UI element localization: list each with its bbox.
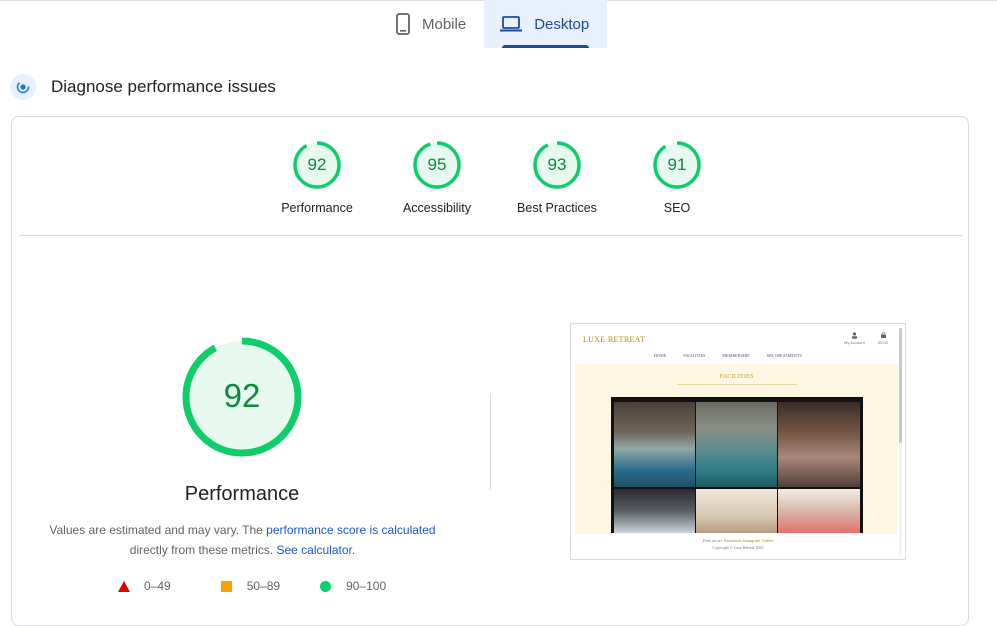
note-text: Values are estimated and may vary. The (49, 523, 267, 537)
gauge-label: Accessibility (402, 201, 472, 215)
gauge-best-practices[interactable]: 93 Best Practices (497, 141, 617, 215)
legend-range: 50–89 (246, 579, 281, 593)
preview-find-us: Find us on: (702, 538, 723, 543)
preview-social-link: Instagram (742, 538, 761, 543)
page-screenshot-preview[interactable]: LUXE RETREAT My Account £0.00 HOME FACIL… (570, 323, 906, 560)
section-title: Diagnose performance issues (51, 77, 276, 96)
gauge-circle: 92 (293, 141, 341, 189)
gauge-label: Best Practices (517, 201, 597, 215)
tab-mobile[interactable]: Mobile (380, 0, 484, 48)
preview-nav-item: MEMBERSHIP (722, 353, 750, 358)
vertical-separator (490, 394, 491, 490)
tab-desktop-label: Desktop (534, 15, 590, 33)
preview-copyright: Copyright © Luxe Retreat 2023 (712, 545, 764, 550)
main-gauge-title: Performance (184, 483, 300, 505)
main-performance-gauge: 92 (182, 337, 302, 457)
pool-photo (614, 402, 695, 487)
preview-scrollbar-thumb[interactable] (899, 328, 902, 443)
laptop-icon (500, 16, 523, 32)
gauge-circle: 91 (653, 141, 701, 189)
preview-account: My Account (844, 332, 865, 345)
spa-photo (614, 489, 695, 533)
circle-icon (320, 580, 332, 592)
account-icon (851, 332, 858, 339)
preview-social-link: Facebook (723, 538, 742, 543)
preview-nav-item: SPA TREATMENTS (766, 353, 802, 358)
score-legend: 0–49 50–89 90–100 (118, 579, 386, 593)
legend-range: 90–100 (346, 579, 387, 593)
preview-photo-grid (611, 397, 863, 533)
legend-pass: 90–100 (320, 579, 386, 593)
score-calculated-link[interactable]: performance score is calculated (266, 523, 435, 537)
device-tabs: Mobile Desktop (380, 0, 608, 48)
tab-desktop[interactable]: Desktop (484, 0, 608, 48)
sauna-photo (778, 402, 860, 487)
see-calculator-link[interactable]: See calculator. (276, 543, 355, 557)
preview-content: FACILITIES (575, 364, 898, 534)
gauge-circle: 95 (413, 141, 461, 189)
square-icon (220, 580, 232, 592)
preview-account-label: My Account (844, 340, 865, 345)
gauge-score: 92 (307, 155, 327, 174)
note-text-2: directly from these metrics. (129, 543, 277, 557)
pool-photo (696, 402, 777, 487)
gauge-seo[interactable]: 91 SEO (617, 141, 737, 215)
gauge-performance[interactable]: 92 Performance (257, 141, 377, 215)
preview-heading-rule (677, 384, 797, 385)
diagnose-icon (10, 74, 36, 100)
preview-footer-social: Find us on: Facebook Instagram Twitter (571, 538, 905, 543)
tab-mobile-label: Mobile (422, 15, 467, 33)
fitness-photo (778, 489, 860, 533)
cart-icon (880, 332, 886, 338)
active-tab-indicator (502, 45, 590, 48)
gauge-circle: 93 (533, 141, 581, 189)
gauge-label: Performance (281, 201, 353, 215)
triangle-icon (118, 580, 130, 592)
preview-cart-total: £0.00 (878, 340, 889, 345)
treatment-photo (696, 489, 777, 533)
legend-fail: 0–49 (118, 579, 171, 593)
preview-nav-item: HOME (654, 353, 667, 358)
phone-icon (396, 13, 410, 35)
gauge-accessibility[interactable]: 95 Accessibility (377, 141, 497, 215)
preview-nav-item: FACILITIES (683, 353, 706, 358)
preview-cart: £0.00 (878, 332, 888, 345)
main-score: 92 (223, 377, 261, 414)
preview-social-link: Twitter (761, 538, 774, 543)
preview-brand: LUXE RETREAT (583, 335, 646, 344)
score-note: Values are estimated and may vary. The p… (40, 520, 445, 560)
gauge-score: 95 (427, 155, 447, 174)
preview-heading: FACILITIES (719, 373, 754, 380)
legend-range: 0–49 (144, 579, 171, 593)
category-gauges: 92 Performance 95 Accessibility 93 Best … (257, 141, 737, 215)
gauge-label: SEO (663, 201, 691, 215)
card-divider (19, 235, 962, 236)
diagnose-header: Diagnose performance issues (10, 74, 276, 100)
gauge-score: 91 (667, 155, 687, 174)
gauge-score: 93 (547, 155, 567, 174)
preview-nav: HOME FACILITIES MEMBERSHIP SPA TREATMENT… (654, 353, 819, 358)
legend-average: 50–89 (220, 579, 281, 593)
